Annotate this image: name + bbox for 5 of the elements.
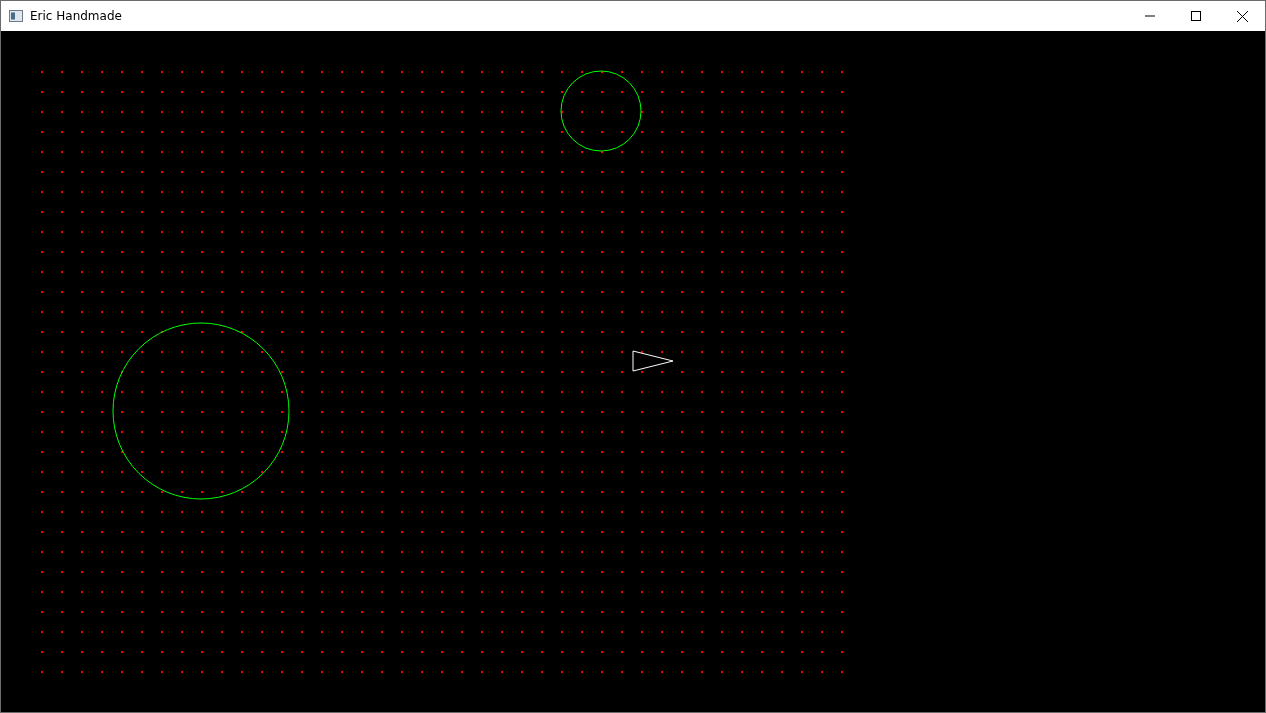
app-window-icon [9,10,23,22]
maximize-icon [1191,11,1201,21]
triangle-outline [632,350,674,372]
window-title: Eric Handmade [30,9,122,23]
close-icon [1236,10,1248,22]
